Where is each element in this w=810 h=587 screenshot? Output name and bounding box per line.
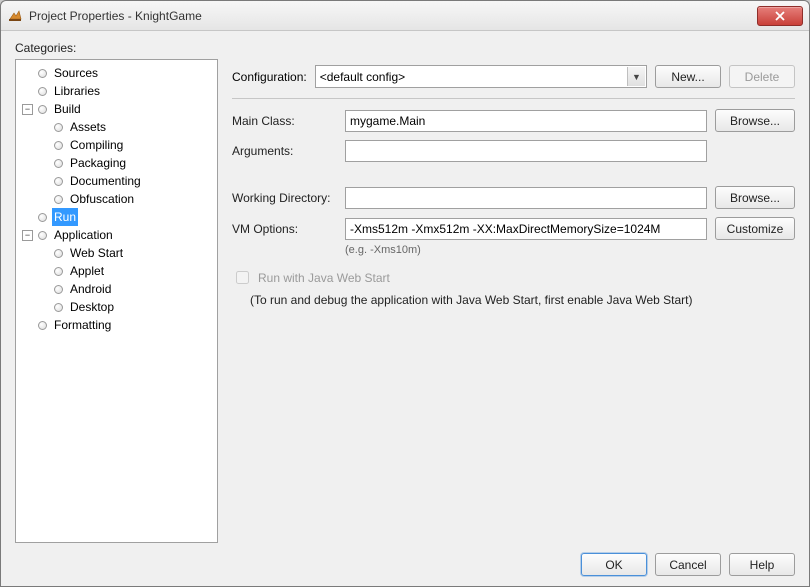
help-button[interactable]: Help [729, 553, 795, 576]
tree-node-libraries[interactable]: Libraries [18, 82, 215, 100]
close-icon [775, 11, 785, 21]
separator [232, 98, 795, 99]
browse-working-dir-button[interactable]: Browse... [715, 186, 795, 209]
app-icon [7, 8, 23, 24]
working-directory-label: Working Directory: [232, 191, 337, 205]
bullet-icon [54, 303, 63, 312]
bullet-icon [54, 267, 63, 276]
bullet-icon [54, 285, 63, 294]
new-config-button[interactable]: New... [655, 65, 721, 88]
chevron-down-icon: ▼ [627, 67, 645, 86]
configuration-label: Configuration: [232, 70, 307, 84]
tree-node-web-start[interactable]: Web Start [34, 244, 215, 262]
main-class-input[interactable] [345, 110, 707, 132]
bullet-icon [54, 195, 63, 204]
tree-node-build[interactable]: − Build [18, 100, 215, 118]
tree-node-run[interactable]: Run [18, 208, 215, 226]
working-directory-input[interactable] [345, 187, 707, 209]
collapse-icon[interactable]: − [22, 230, 33, 241]
bullet-icon [54, 141, 63, 150]
vm-options-hint: (e.g. -Xms10m) [345, 244, 707, 256]
categories-label: Categories: [15, 41, 795, 55]
run-settings-panel: Configuration: <default config> ▼ New...… [232, 59, 795, 543]
delete-config-button: Delete [729, 65, 795, 88]
bullet-icon [38, 321, 47, 330]
close-button[interactable] [757, 6, 803, 26]
bullet-icon [54, 177, 63, 186]
bullet-icon [54, 249, 63, 258]
body-split: Sources Libraries − Build [15, 59, 795, 543]
tree-node-sources[interactable]: Sources [18, 64, 215, 82]
configuration-row: Configuration: <default config> ▼ New...… [232, 65, 795, 88]
vm-options-input[interactable] [345, 218, 707, 240]
arguments-input[interactable] [345, 140, 707, 162]
webstart-checkbox-label: Run with Java Web Start [258, 271, 390, 285]
configuration-value: <default config> [320, 70, 405, 84]
collapse-icon[interactable]: − [22, 104, 33, 115]
bullet-icon [54, 123, 63, 132]
tree-node-applet[interactable]: Applet [34, 262, 215, 280]
categories-tree[interactable]: Sources Libraries − Build [15, 59, 218, 543]
window-title: Project Properties - KnightGame [29, 9, 757, 23]
ok-button[interactable]: OK [581, 553, 647, 576]
bullet-icon [54, 159, 63, 168]
tree-node-android[interactable]: Android [34, 280, 215, 298]
tree-node-obfuscation[interactable]: Obfuscation [34, 190, 215, 208]
webstart-checkbox [236, 271, 249, 284]
tree-node-application[interactable]: − Application [18, 226, 215, 244]
customize-vm-options-button[interactable]: Customize [715, 217, 795, 240]
dialog-content: Categories: Sources Libraries [1, 31, 809, 586]
tree-node-compiling[interactable]: Compiling [34, 136, 215, 154]
tree-node-formatting[interactable]: Formatting [18, 316, 215, 334]
form-grid: Main Class: Browse... Arguments: Working… [232, 109, 795, 256]
tree-node-packaging[interactable]: Packaging [34, 154, 215, 172]
tree-node-documenting[interactable]: Documenting [34, 172, 215, 190]
bullet-icon [38, 69, 47, 78]
bullet-icon [38, 213, 47, 222]
bullet-icon [38, 231, 47, 240]
dialog-footer: OK Cancel Help [15, 543, 795, 576]
cancel-button[interactable]: Cancel [655, 553, 721, 576]
vm-options-label: VM Options: [232, 222, 337, 236]
arguments-label: Arguments: [232, 144, 337, 158]
configuration-combo[interactable]: <default config> ▼ [315, 65, 647, 88]
bullet-icon [38, 87, 47, 96]
bullet-icon [38, 105, 47, 114]
tree-node-assets[interactable]: Assets [34, 118, 215, 136]
tree-node-desktop[interactable]: Desktop [34, 298, 215, 316]
webstart-note: (To run and debug the application with J… [250, 293, 795, 307]
main-class-label: Main Class: [232, 114, 337, 128]
titlebar: Project Properties - KnightGame [1, 1, 809, 31]
dialog-window: Project Properties - KnightGame Categori… [0, 0, 810, 587]
webstart-checkbox-row: Run with Java Web Start [232, 268, 795, 287]
browse-main-class-button[interactable]: Browse... [715, 109, 795, 132]
